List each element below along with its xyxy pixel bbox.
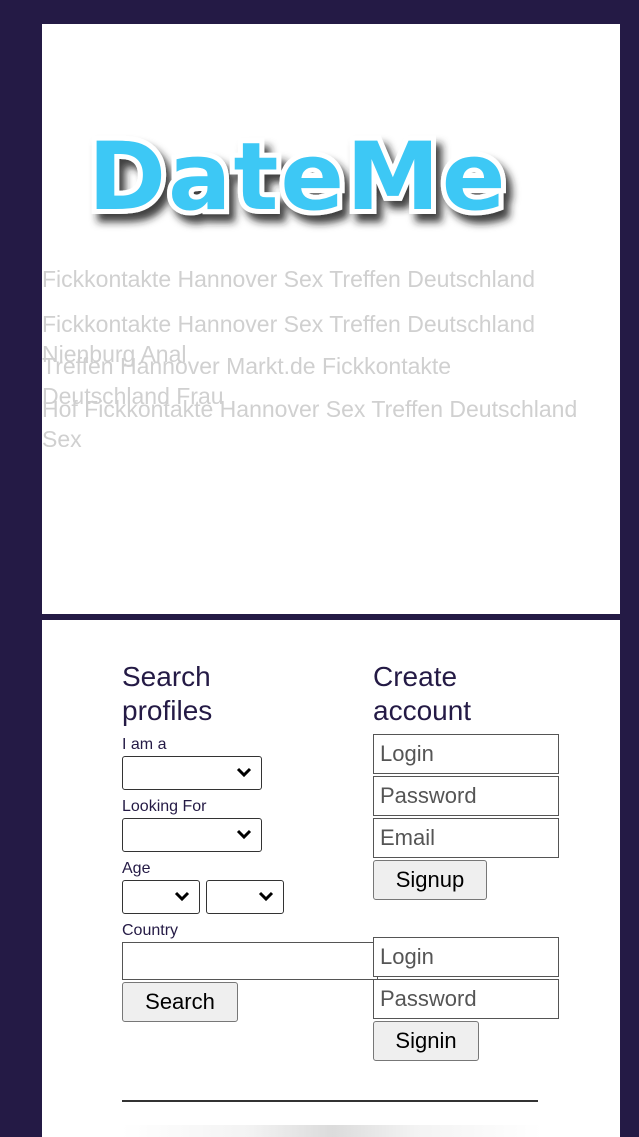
looking-for-select[interactable]	[122, 818, 262, 852]
signin-password-input[interactable]	[373, 979, 559, 1019]
logo-graphic: DateMe	[83, 118, 510, 234]
looking-for-label: Looking For	[122, 798, 207, 815]
i-am-select[interactable]	[122, 756, 262, 790]
search-button[interactable]: Search	[122, 982, 238, 1022]
i-am-label: I am a	[122, 736, 167, 753]
ghost-text-1: Fickkontakte Hannover Sex Treffen Deutsc…	[42, 266, 536, 292]
chevron-down-icon	[236, 767, 252, 778]
search-title: Search profiles	[122, 661, 213, 726]
age-min-select[interactable]	[122, 880, 200, 914]
chevron-down-icon	[174, 891, 190, 902]
age-max-select[interactable]	[206, 880, 284, 914]
logo-text: DateMe	[88, 123, 507, 232]
signup-password-input[interactable]	[373, 776, 559, 816]
create-account-title: Create account	[373, 661, 472, 726]
country-label: Country	[122, 922, 179, 939]
forms-panel: Search profiles I am a Looking For Age C…	[42, 620, 620, 1137]
chevron-down-icon	[258, 891, 274, 902]
signup-button[interactable]: Signup	[373, 860, 487, 900]
country-input[interactable]	[122, 942, 378, 980]
age-label: Age	[122, 860, 151, 877]
ghost-text-4: Hof Fickkontakte Hannover Sex Treffen De…	[42, 396, 578, 452]
signin-button[interactable]: Signin	[373, 1021, 479, 1061]
divider	[122, 1100, 538, 1102]
signup-email-input[interactable]	[373, 818, 559, 858]
header-panel: DateMe Fickkontakte Hannover Sex Treffen…	[42, 24, 620, 614]
partial-banner-image	[122, 1125, 542, 1137]
signup-login-input[interactable]	[373, 734, 559, 774]
chevron-down-icon	[236, 829, 252, 840]
signin-login-input[interactable]	[373, 937, 559, 977]
dateme-logo[interactable]: DateMe	[82, 114, 562, 234]
